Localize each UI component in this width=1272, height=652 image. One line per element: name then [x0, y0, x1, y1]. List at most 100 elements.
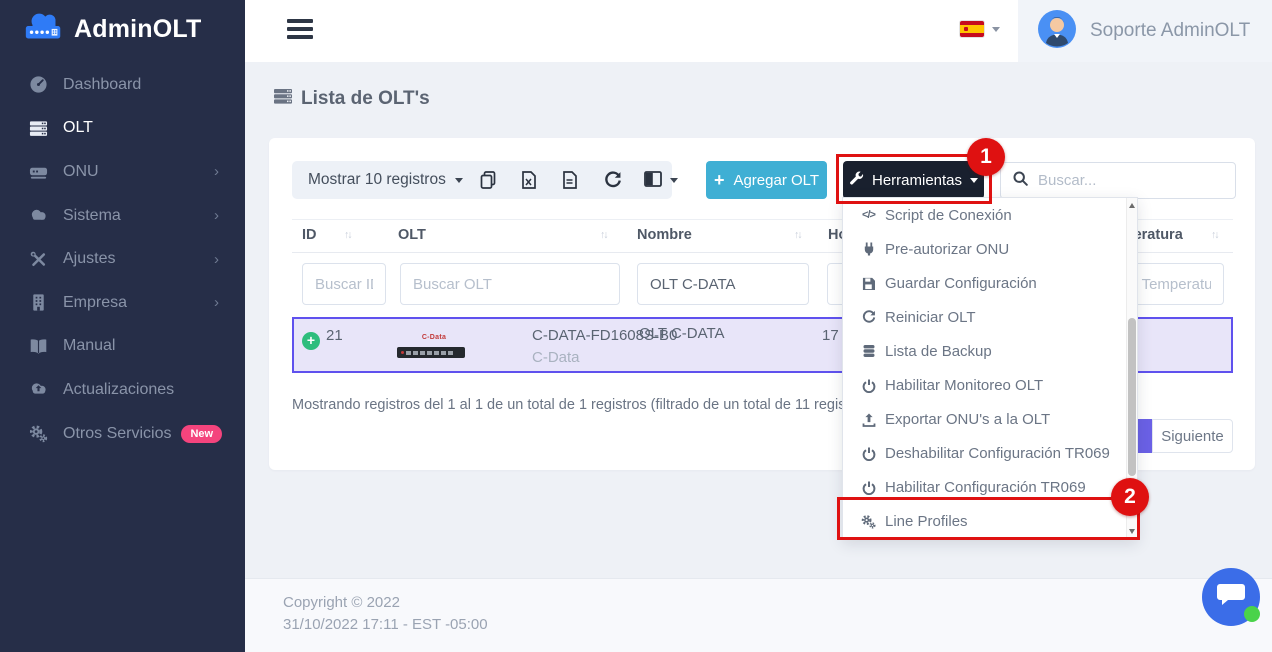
cell-host: 17 — [822, 327, 839, 344]
sidebar-item-onu[interactable]: ONU › — [0, 150, 245, 194]
sidebar-item-olt[interactable]: OLT — [0, 107, 245, 151]
chevron-down-icon — [992, 27, 1000, 32]
plug-icon — [860, 242, 877, 256]
table-info-text: Mostrando registros del 1 al 1 de un tot… — [292, 397, 874, 413]
show-entries-select[interactable]: Mostrar 10 registros — [308, 161, 463, 199]
sidebar-item-label: OLT — [63, 119, 93, 137]
show-entries-label: Mostrar 10 registros — [308, 171, 446, 189]
chat-bubble-icon — [1216, 582, 1246, 613]
cloud-upload-icon — [27, 380, 49, 399]
server-icon — [273, 86, 293, 112]
page-title-text: Lista de OLT's — [301, 88, 430, 110]
sidebar-item-sistema[interactable]: Sistema › — [0, 194, 245, 238]
device-brand-text: C-Data — [418, 334, 446, 341]
search-input[interactable] — [1038, 172, 1208, 189]
columns-icon[interactable] — [644, 171, 662, 189]
scrollbar-thumb[interactable] — [1128, 318, 1136, 476]
save-icon — [860, 277, 877, 290]
menu-item-script-conexion[interactable]: </> Script de Conexión — [843, 198, 1137, 232]
sidebar-item-label: Manual — [63, 337, 115, 355]
sort-icon[interactable]: ↑↓ — [600, 229, 607, 241]
code-icon: </> — [860, 209, 877, 221]
sidebar-item-manual[interactable]: Manual — [0, 325, 245, 369]
sort-icon[interactable]: ↑↓ — [344, 229, 351, 241]
sidebar-item-otros-servicios[interactable]: Otros Servicios New — [0, 412, 245, 456]
sidebar-item-label: Dashboard — [63, 76, 141, 94]
menu-item-guardar-configuracion[interactable]: Guardar Configuración — [843, 266, 1137, 300]
sidebar-item-dashboard[interactable]: Dashboard — [0, 63, 245, 107]
sidebar-item-actualizaciones[interactable]: Actualizaciones — [0, 368, 245, 412]
brand-logo[interactable]: AdminOLT — [22, 11, 202, 48]
expand-row-icon[interactable]: + — [302, 332, 320, 350]
chevron-right-icon: › — [214, 294, 219, 311]
cell-nombre: OLT C-DATA — [639, 325, 725, 342]
tools-button[interactable]: Herramientas — [843, 161, 984, 199]
filter-id-input[interactable] — [302, 263, 386, 305]
datetime-text: 31/10/2022 17:11 - EST -05:00 — [283, 616, 488, 633]
brand-name: AdminOLT — [74, 15, 202, 44]
add-olt-label: Agregar OLT — [733, 172, 819, 189]
avatar — [1038, 10, 1076, 53]
chevron-down-icon — [670, 178, 678, 183]
chevron-down-icon — [970, 178, 978, 183]
menu-item-lista-backup[interactable]: Lista de Backup — [843, 334, 1137, 368]
language-selector[interactable] — [960, 21, 1000, 37]
menu-item-line-profiles[interactable]: Line Profiles — [843, 505, 1137, 539]
sidebar-item-label: Ajustes — [63, 250, 115, 268]
spain-flag-icon — [960, 21, 984, 37]
add-olt-button[interactable]: + Agregar OLT — [706, 161, 827, 199]
power-icon — [860, 379, 877, 393]
modem-icon — [27, 162, 49, 181]
filter-nombre-input[interactable] — [637, 263, 809, 305]
sidebar-item-label: ONU — [63, 163, 99, 181]
tools-icon — [27, 250, 49, 269]
sidebar-nav: Dashboard OLT ONU › Sistema › — [0, 63, 245, 455]
gears-icon — [860, 514, 877, 529]
scroll-up-icon[interactable] — [1129, 203, 1135, 208]
file-export-icon[interactable] — [562, 171, 580, 189]
menu-item-exportar-onus[interactable]: Exportar ONU's a la OLT — [843, 403, 1137, 437]
refresh-icon[interactable] — [604, 171, 622, 189]
page-title: Lista de OLT's — [273, 86, 430, 112]
menu-item-reiniciar-olt[interactable]: Reiniciar OLT — [843, 300, 1137, 334]
sidebar: AdminOLT Dashboard OLT ONU › — [0, 0, 245, 652]
column-header-id[interactable]: ID — [302, 227, 317, 243]
sort-icon[interactable]: ↑↓ — [794, 229, 801, 241]
menu-item-preautorizar-onu[interactable]: Pre-autorizar ONU — [843, 232, 1137, 266]
server-icon — [27, 119, 49, 138]
user-menu[interactable]: Soporte AdminOLT — [1018, 0, 1272, 62]
menu-item-deshabilitar-tr069[interactable]: Deshabilitar Configuración TR069 — [843, 437, 1137, 471]
filter-olt-input[interactable] — [400, 263, 620, 305]
sidebar-item-label: Actualizaciones — [63, 381, 174, 399]
olt-device-image: C-Data — [397, 326, 467, 358]
database-icon — [860, 344, 877, 358]
column-header-olt[interactable]: OLT — [398, 227, 426, 243]
excel-export-icon[interactable] — [521, 171, 539, 189]
table-search — [1000, 162, 1236, 199]
sort-icon[interactable]: ↑↓ — [1211, 229, 1218, 241]
gears-icon — [27, 424, 49, 443]
search-icon — [1013, 171, 1028, 191]
scroll-down-icon[interactable] — [1129, 529, 1135, 534]
menu-item-habilitar-tr069[interactable]: Habilitar Configuración TR069 — [843, 471, 1137, 505]
sidebar-item-empresa[interactable]: Empresa › — [0, 281, 245, 325]
book-icon — [27, 337, 49, 356]
cloud-icon — [27, 206, 49, 225]
sidebar-item-label: Sistema — [63, 207, 121, 225]
cell-id: 21 — [326, 327, 343, 344]
power-icon — [860, 481, 877, 495]
menu-item-habilitar-monitoreo[interactable]: Habilitar Monitoreo OLT — [843, 368, 1137, 402]
footer: Copyright © 2022 31/10/2022 17:11 - EST … — [245, 578, 1272, 652]
building-icon — [27, 293, 49, 312]
upload-icon — [860, 413, 877, 427]
power-icon — [860, 447, 877, 461]
pagination-next-button[interactable]: Siguiente — [1152, 419, 1233, 453]
column-header-nombre[interactable]: Nombre — [637, 227, 692, 243]
sidebar-item-ajustes[interactable]: Ajustes › — [0, 237, 245, 281]
annotation-badge-1: 1 — [967, 138, 1005, 176]
tools-dropdown-menu: </> Script de Conexión Pre-autorizar ONU… — [842, 197, 1138, 540]
hamburger-menu-icon[interactable] — [287, 19, 313, 42]
copy-icon[interactable] — [480, 171, 498, 189]
annotation-badge-2: 2 — [1111, 478, 1149, 516]
chevron-right-icon: › — [214, 251, 219, 268]
